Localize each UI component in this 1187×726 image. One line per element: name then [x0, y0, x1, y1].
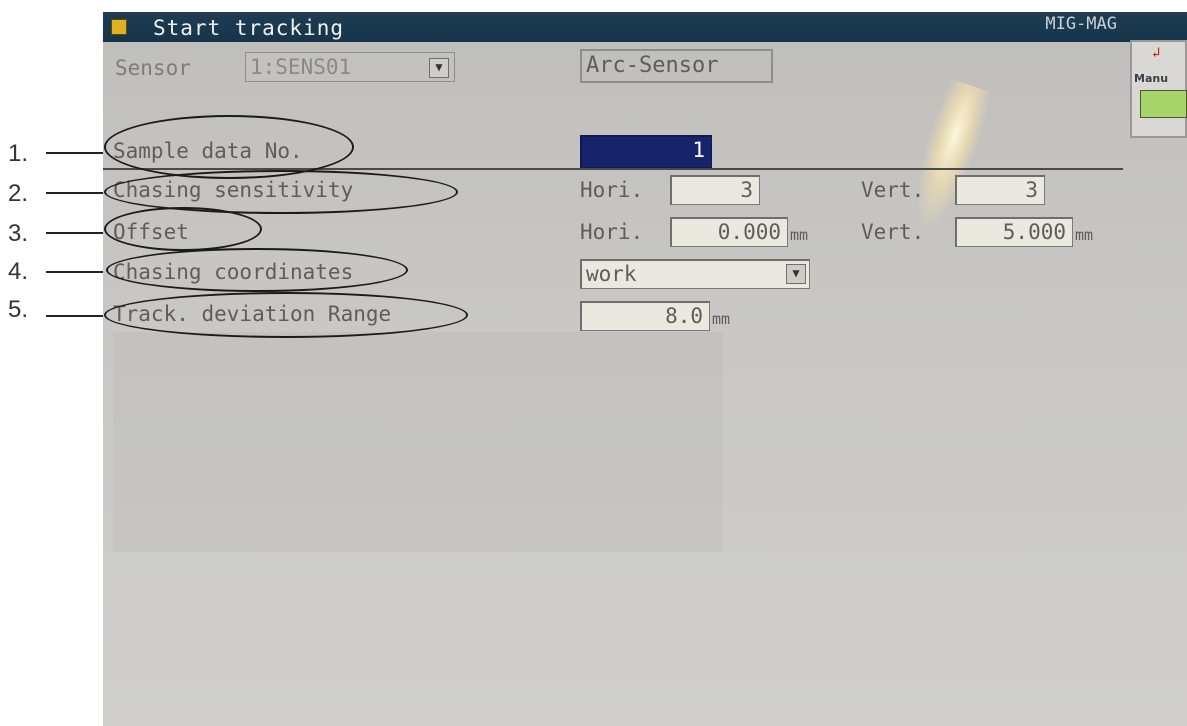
sensitivity-vert-label: Vert. — [861, 178, 925, 202]
annotation-4: 4. — [8, 258, 29, 285]
screen-background-panel — [113, 332, 723, 552]
title-bar: Start tracking MIG-MAG — [103, 12, 1187, 42]
manual-mode-label: Manu — [1134, 72, 1169, 85]
sensitivity-label: Chasing sensitivity — [113, 178, 354, 202]
offset-vert-unit: mm — [1075, 226, 1094, 244]
annotation-pointer-2 — [46, 192, 108, 194]
sensitivity-vert-field[interactable]: 3 — [955, 175, 1045, 205]
annotation-pointer-5 — [46, 315, 104, 317]
coordinates-dropdown-button[interactable]: ▼ — [786, 264, 806, 284]
window-icon — [111, 19, 127, 35]
window-title: Start tracking — [153, 16, 345, 40]
deviation-label: Track. deviation Range — [113, 302, 392, 326]
robot-controller-screen: Start tracking MIG-MAG ↲ Manu Sensor 1:S… — [103, 12, 1187, 726]
annotation-pointer-3 — [46, 232, 104, 234]
coordinates-select[interactable]: work — [580, 259, 810, 289]
status-indicator — [1140, 90, 1187, 118]
sample-data-field[interactable]: 1 — [580, 135, 712, 168]
section-divider — [103, 168, 1123, 170]
offset-label: Offset — [113, 220, 189, 244]
sensitivity-hori-field[interactable]: 3 — [670, 175, 760, 205]
sensor-select[interactable]: 1:SENS01 — [245, 52, 455, 82]
sensor-dropdown-button[interactable]: ▼ — [429, 58, 449, 78]
annotation-1: 1. — [8, 140, 29, 167]
annotation-3: 3. — [8, 220, 29, 247]
offset-hori-unit: mm — [790, 226, 809, 244]
sample-data-label: Sample data No. — [113, 139, 303, 163]
sensor-label: Sensor — [115, 56, 191, 80]
screen-glare — [901, 77, 995, 237]
deviation-unit: mm — [712, 310, 731, 328]
deviation-field[interactable]: 8.0 — [580, 301, 710, 331]
sensor-type-display: Arc-Sensor — [580, 49, 773, 83]
offset-hori-field[interactable]: 0.000 — [670, 217, 788, 247]
annotation-pointer-1 — [46, 152, 108, 154]
annotation-2: 2. — [8, 180, 29, 207]
coordinates-label: Chasing coordinates — [113, 260, 354, 284]
offset-hori-label: Hori. — [580, 220, 644, 244]
process-mode: MIG-MAG — [1045, 14, 1117, 34]
manual-mode-button[interactable]: ↲ Manu — [1130, 40, 1187, 138]
sensitivity-hori-label: Hori. — [580, 178, 644, 202]
offset-vert-label: Vert. — [861, 220, 925, 244]
offset-vert-field[interactable]: 5.000 — [955, 217, 1073, 247]
pointer-arrow-icon: ↲ — [1152, 45, 1161, 61]
annotation-5: 5. — [8, 296, 29, 323]
sensor-select-value: 1:SENS01 — [250, 55, 352, 79]
